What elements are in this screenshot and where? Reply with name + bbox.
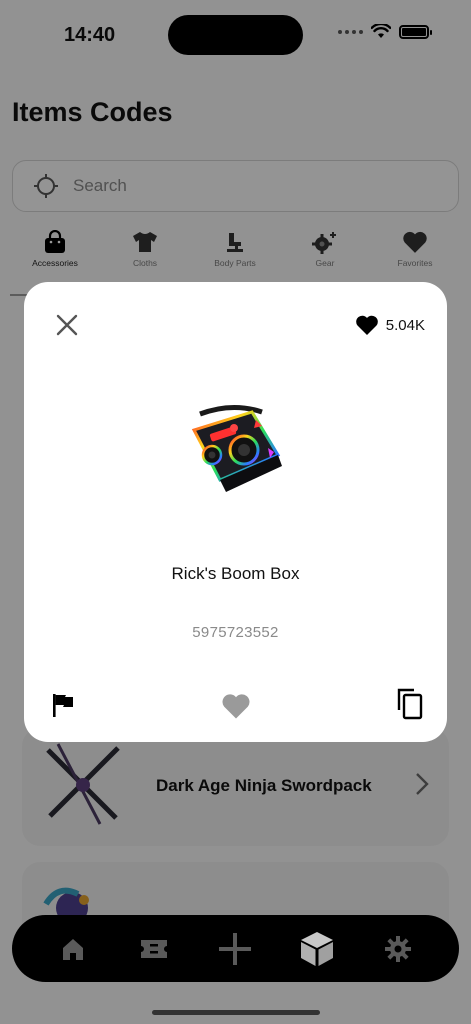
cube-icon <box>300 931 333 966</box>
heart-icon <box>222 694 250 719</box>
nav-tickets[interactable] <box>132 927 176 971</box>
item-name: Rick's Boom Box <box>171 564 300 583</box>
settings-icon <box>385 935 412 962</box>
likes-count: 5.04K <box>385 316 425 334</box>
close-button[interactable] <box>54 312 80 338</box>
copy-button[interactable] <box>395 688 423 720</box>
boombox-image <box>191 404 282 492</box>
close-icon <box>56 314 78 336</box>
flag-icon <box>53 694 73 717</box>
favorite-button[interactable] <box>221 692 251 720</box>
nav-settings[interactable] <box>376 927 420 971</box>
ticket-icon <box>141 939 168 958</box>
nav-items[interactable] <box>295 927 339 971</box>
plus-icon <box>219 932 252 965</box>
item-detail-modal: 5.04K Rick's Boom Box 5975723552 <box>24 282 447 742</box>
copy-icon <box>397 688 423 720</box>
bottom-navigation <box>12 915 459 982</box>
item-code[interactable]: 5975723552 <box>24 624 447 641</box>
nav-add[interactable] <box>213 927 257 971</box>
heart-icon <box>355 315 378 335</box>
likes-counter: 5.04K <box>355 314 425 336</box>
nav-home[interactable] <box>51 927 95 971</box>
report-button[interactable] <box>50 692 76 718</box>
home-icon <box>62 938 83 960</box>
home-indicator <box>152 1010 320 1015</box>
